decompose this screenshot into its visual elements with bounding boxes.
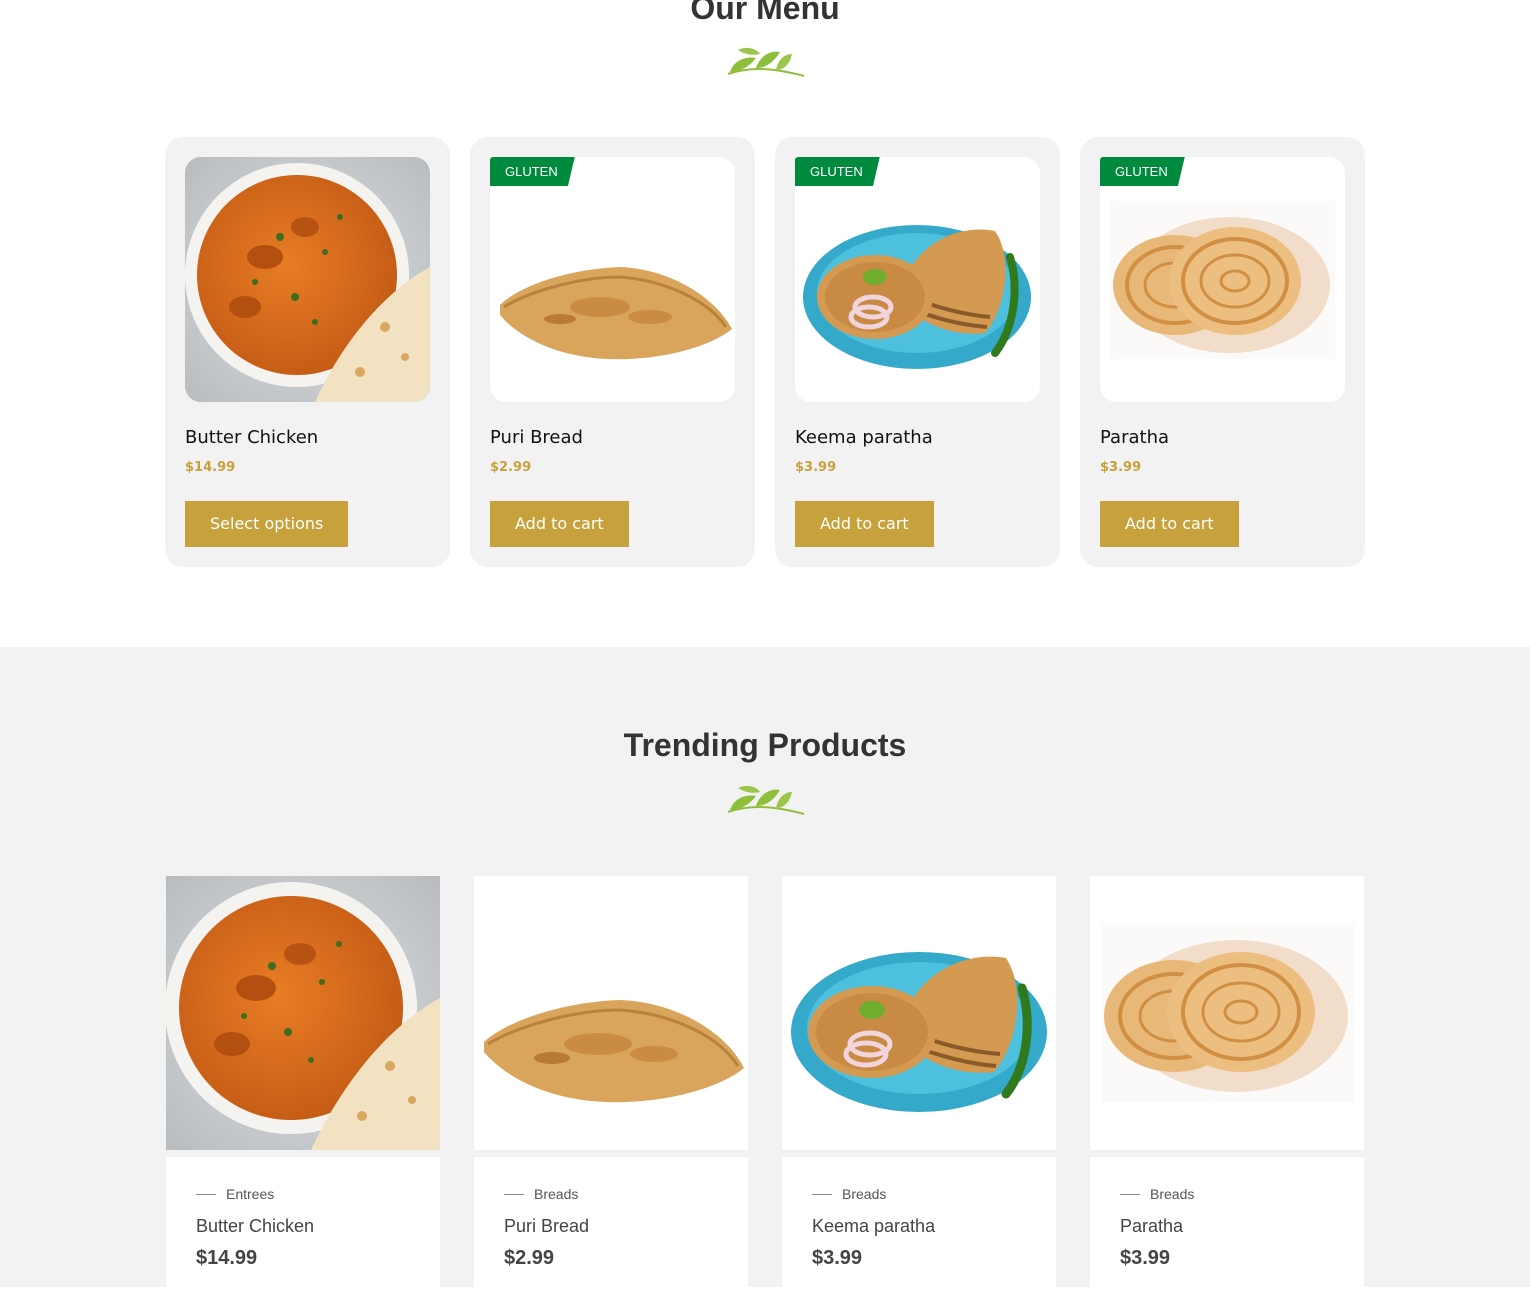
- trending-card-puri-bread: Breads Puri Bread $2.99: [474, 876, 748, 1297]
- menu-item-name[interactable]: Butter Chicken: [185, 427, 318, 448]
- menu-item-name[interactable]: Keema paratha: [795, 427, 933, 448]
- trending-card-keema-paratha: Breads Keema paratha $3.99: [782, 876, 1056, 1297]
- dash-icon: [196, 1193, 216, 1195]
- product-category[interactable]: Breads: [812, 1186, 886, 1202]
- menu-card-butter-chicken: Butter Chicken $14.99 Select options: [165, 137, 450, 567]
- gluten-badge: GLUTEN: [1100, 157, 1185, 186]
- menu-item-price: $3.99: [795, 460, 837, 475]
- trending-section-title: Trending Products: [623, 727, 907, 763]
- product-name[interactable]: Puri Bread: [504, 1216, 589, 1237]
- our-menu-section: Our Menu Butter Chicken $14.99 Select op…: [0, 0, 1530, 647]
- product-info: Breads Paratha $3.99: [1090, 1157, 1364, 1297]
- menu-card-puri-bread: GLUTEN Puri Bread $2.99 Add to cart: [470, 137, 755, 567]
- add-to-cart-button[interactable]: Add to cart: [795, 501, 934, 547]
- trending-card-butter-chicken: Entrees Butter Chicken $14.99: [166, 876, 440, 1297]
- gluten-badge: GLUTEN: [490, 157, 575, 186]
- butter-chicken-image[interactable]: [166, 876, 440, 1150]
- trending-card-paratha: Breads Paratha $3.99: [1090, 876, 1364, 1297]
- product-info: Breads Puri Bread $2.99: [474, 1157, 748, 1297]
- add-to-cart-button[interactable]: Add to cart: [1100, 501, 1239, 547]
- menu-item-price: $14.99: [185, 460, 236, 475]
- paratha-image[interactable]: [1090, 876, 1364, 1150]
- product-price: $3.99: [1120, 1247, 1171, 1269]
- product-name[interactable]: Butter Chicken: [196, 1216, 314, 1237]
- dash-icon: [1120, 1193, 1140, 1195]
- menu-card-keema-paratha: GLUTEN Keema paratha $3.99 Add to cart: [775, 137, 1060, 567]
- product-price: $2.99: [504, 1247, 555, 1269]
- puri-bread-image[interactable]: [490, 157, 735, 402]
- keema-paratha-image[interactable]: [795, 157, 1040, 402]
- puri-bread-image[interactable]: [474, 876, 748, 1150]
- product-price: $14.99: [196, 1247, 258, 1269]
- leaf-divider-icon: [726, 780, 806, 816]
- category-label[interactable]: Breads: [534, 1186, 578, 1202]
- category-label[interactable]: Breads: [842, 1186, 886, 1202]
- dash-icon: [504, 1193, 524, 1195]
- leaf-divider-icon: [726, 42, 806, 78]
- menu-item-name[interactable]: Paratha: [1100, 427, 1169, 448]
- gluten-badge: GLUTEN: [795, 157, 880, 186]
- menu-item-name[interactable]: Puri Bread: [490, 427, 583, 448]
- category-label[interactable]: Entrees: [226, 1186, 274, 1202]
- product-name[interactable]: Paratha: [1120, 1216, 1183, 1237]
- product-category[interactable]: Breads: [1120, 1186, 1194, 1202]
- product-name[interactable]: Keema paratha: [812, 1216, 935, 1237]
- dash-icon: [812, 1193, 832, 1195]
- butter-chicken-image[interactable]: [185, 157, 430, 402]
- paratha-image[interactable]: [1100, 157, 1345, 402]
- product-price: $3.99: [812, 1247, 863, 1269]
- product-info: Entrees Butter Chicken $14.99: [166, 1157, 440, 1297]
- menu-item-price: $2.99: [490, 460, 532, 475]
- menu-item-price: $3.99: [1100, 460, 1142, 475]
- product-category[interactable]: Entrees: [196, 1186, 274, 1202]
- product-info: Breads Keema paratha $3.99: [782, 1157, 1056, 1297]
- keema-paratha-image[interactable]: [782, 876, 1056, 1150]
- category-label[interactable]: Breads: [1150, 1186, 1194, 1202]
- product-category[interactable]: Breads: [504, 1186, 578, 1202]
- select-options-button[interactable]: Select options: [185, 501, 349, 547]
- add-to-cart-button[interactable]: Add to cart: [490, 501, 629, 547]
- menu-card-paratha: GLUTEN Paratha $3.99 Add to cart: [1080, 137, 1365, 567]
- menu-section-title: Our Menu: [690, 0, 840, 26]
- trending-products-section: Trending Products Entrees Butter Chicken…: [0, 647, 1530, 1297]
